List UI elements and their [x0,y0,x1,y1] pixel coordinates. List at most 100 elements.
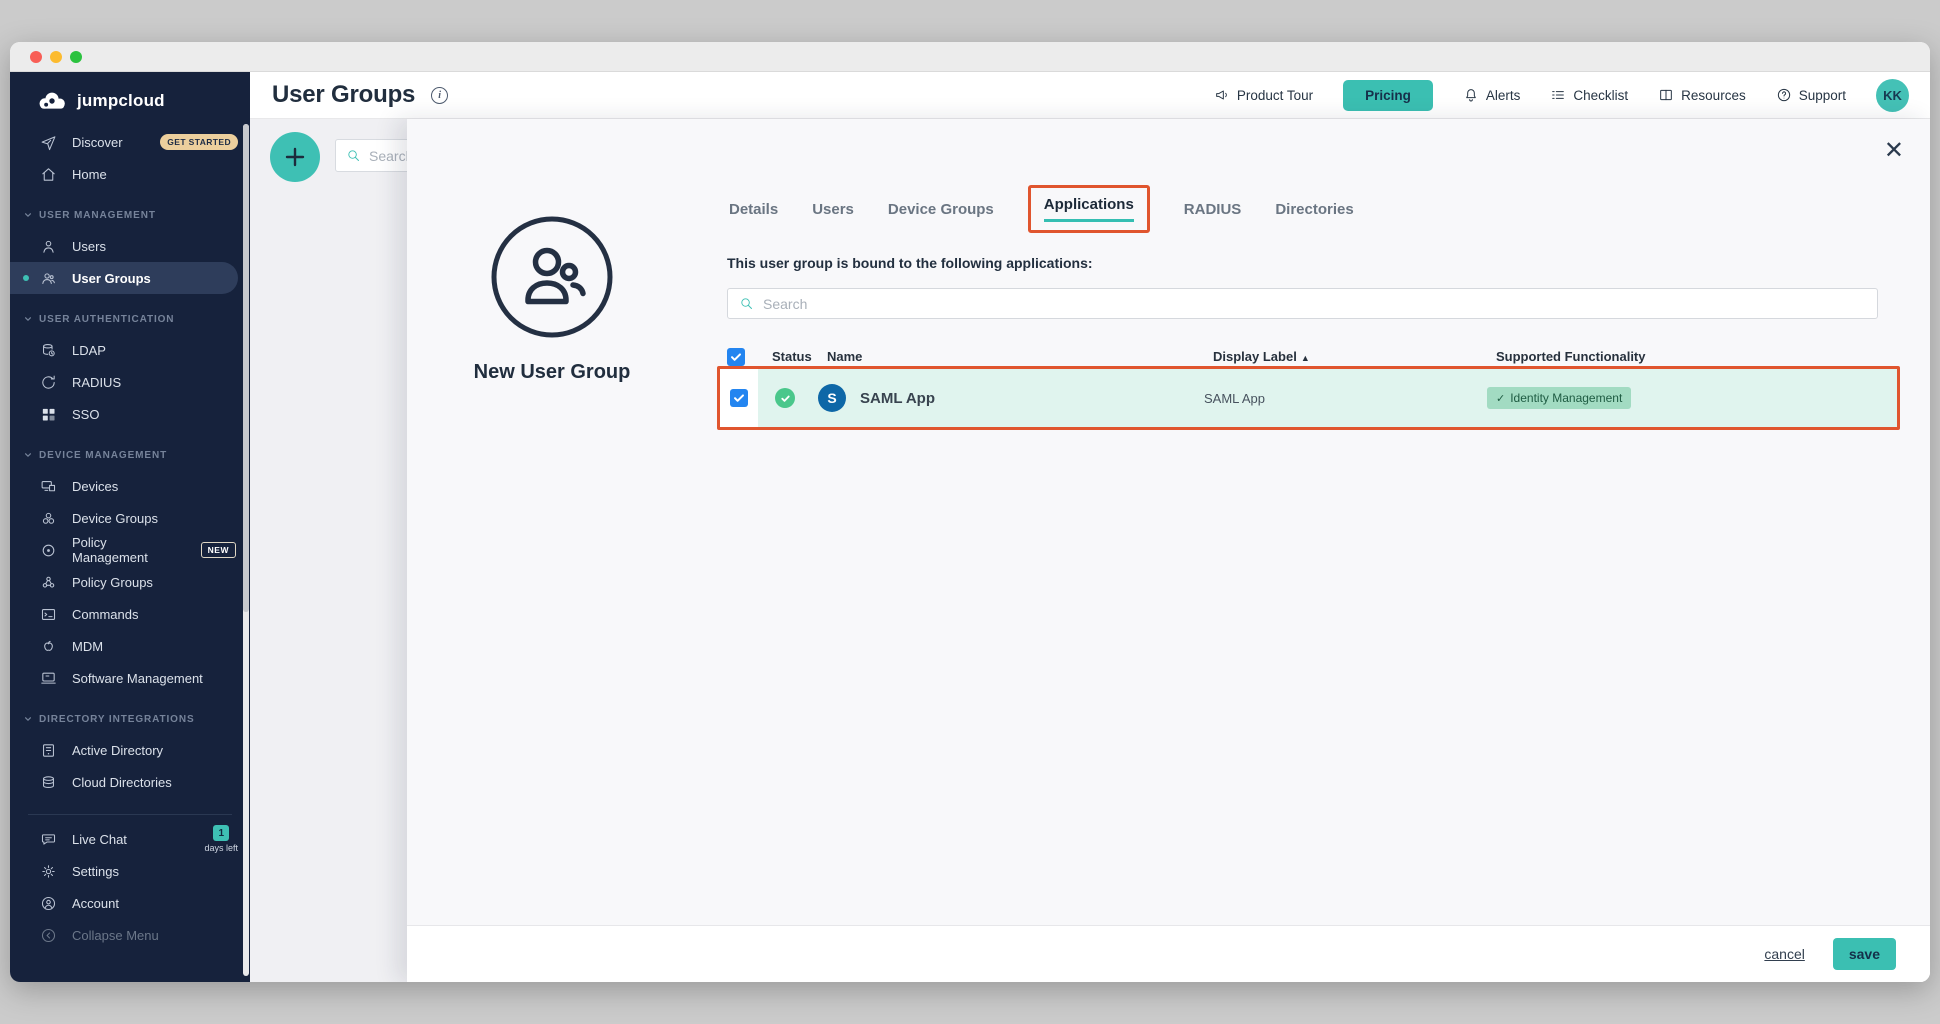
sidebar-item-cloud-directories[interactable]: Cloud Directories [10,766,250,798]
cloud-logo-icon [36,90,68,112]
saml-app-icon: S [818,384,846,412]
save-button[interactable]: save [1833,938,1896,970]
checklist-label: Checklist [1573,88,1628,103]
close-icon[interactable]: ✕ [1884,139,1904,163]
applications-search-input[interactable] [763,296,1877,312]
sidebar-item-discover[interactable]: Discover GET STARTED [10,126,250,158]
select-all-checkbox[interactable] [727,348,745,366]
trial-days-badge: 1 days left [204,825,238,853]
close-window-button[interactable] [30,51,42,63]
sidebar-item-live-chat[interactable]: Live Chat 1 days left [10,823,250,855]
add-user-group-button[interactable] [270,132,320,182]
device-groups-icon [40,510,57,527]
trial-days-label: days left [204,843,238,853]
status-active-icon [775,388,795,408]
sidebar-item-sso[interactable]: SSO [10,398,250,430]
alerts-button[interactable]: Alerts [1463,87,1521,103]
policy-target-icon [40,542,57,559]
sidebar-item-label: Commands [72,607,138,622]
sidebar-item-settings[interactable]: Settings [10,855,250,887]
section-user-authentication[interactable]: USER AUTHENTICATION [10,304,250,334]
account-circle-icon [40,895,57,912]
sidebar-item-software-management[interactable]: Software Management [10,662,250,694]
sidebar-item-label: Users [72,239,106,254]
sidebar-item-label: Discover [72,135,123,150]
column-display-label[interactable]: Display Label▲ [1213,349,1496,364]
section-user-management[interactable]: USER MANAGEMENT [10,200,250,230]
sidebar-item-label: Policy Groups [72,575,153,590]
support-button[interactable]: Support [1776,87,1846,103]
sidebar-item-devices[interactable]: Devices [10,470,250,502]
row-checkbox-cell [720,369,758,427]
zoom-window-button[interactable] [70,51,82,63]
sidebar-item-label: SSO [72,407,99,422]
tab-users[interactable]: Users [812,201,854,218]
panel-footer: cancel save [407,925,1930,982]
sidebar-item-home[interactable]: Home [10,158,250,190]
applications-search[interactable] [727,288,1878,319]
row-content: S SAML App SAML App ✓ Identity Managemen… [758,369,1897,427]
sidebar-item-policy-groups[interactable]: Policy Groups [10,566,250,598]
check-icon [733,392,745,404]
sidebar-item-label: Settings [72,864,119,879]
sidebar-item-commands[interactable]: Commands [10,598,250,630]
checklist-button[interactable]: Checklist [1550,87,1628,103]
sidebar-item-label: Cloud Directories [72,775,172,790]
minimize-window-button[interactable] [50,51,62,63]
column-status[interactable]: Status [772,349,827,364]
page-header: User Groups i Product Tour Pricing Alert… [250,72,1930,119]
tab-applications[interactable]: Applications [1044,196,1134,213]
section-directory-integrations[interactable]: DIRECTORY INTEGRATIONS [10,704,250,734]
sidebar-item-mdm[interactable]: MDM [10,630,250,662]
tab-radius[interactable]: RADIUS [1184,201,1242,218]
commands-terminal-icon [40,606,57,623]
search-icon [346,148,361,163]
section-device-management[interactable]: DEVICE MANAGEMENT [10,440,250,470]
tab-device-groups[interactable]: Device Groups [888,201,994,218]
table-row[interactable]: S SAML App SAML App ✓ Identity Managemen… [717,366,1900,430]
sidebar-item-label: Policy Management [72,535,186,565]
user-icon [40,238,57,255]
tab-directories[interactable]: Directories [1275,201,1353,218]
jumpcloud-logo[interactable]: jumpcloud [10,72,250,126]
mac-titlebar [10,42,1930,72]
sidebar-item-policy-management[interactable]: Policy Management NEW [10,534,250,566]
sidebar-item-users[interactable]: Users [10,230,250,262]
user-group-icon [40,270,57,287]
resources-button[interactable]: Resources [1658,87,1746,103]
sidebar-scrollbar-thumb[interactable] [243,124,249,612]
new-badge: NEW [201,542,236,558]
logo-text: jumpcloud [77,91,165,111]
sidebar-item-ldap[interactable]: LDAP [10,334,250,366]
devices-icon [40,478,57,495]
sidebar-item-user-groups[interactable]: User Groups [10,262,238,294]
sidebar-item-label: Active Directory [72,743,163,758]
chevron-down-icon [24,211,32,219]
product-tour-button[interactable]: Product Tour [1214,87,1313,103]
software-laptop-icon [40,670,57,687]
active-directory-server-icon [40,742,57,759]
sidebar-item-radius[interactable]: RADIUS [10,366,250,398]
megaphone-icon [1214,87,1230,103]
info-icon[interactable]: i [431,87,448,104]
sidebar-item-collapse-menu[interactable]: Collapse Menu [10,919,250,951]
pricing-button[interactable]: Pricing [1343,80,1433,111]
user-avatar[interactable]: KK [1876,79,1909,112]
content-area: ✕ New User Group Details Users Device Gr… [250,119,1930,982]
user-group-panel: ✕ New User Group Details Users Device Gr… [407,119,1930,982]
policy-groups-icon [40,574,57,591]
column-supported-functionality[interactable]: Supported Functionality [1496,349,1900,364]
question-circle-icon [1776,87,1792,103]
row-checkbox[interactable] [730,389,748,407]
tab-details[interactable]: Details [729,201,778,218]
app-display-label: SAML App [1204,391,1487,406]
chevron-down-icon [24,451,32,459]
sidebar-item-active-directory[interactable]: Active Directory [10,734,250,766]
column-name[interactable]: Name [827,349,1213,364]
sidebar-item-device-groups[interactable]: Device Groups [10,502,250,534]
sidebar-item-account[interactable]: Account [10,887,250,919]
functionality-label: Identity Management [1510,391,1622,405]
check-icon: ✓ [1496,392,1505,405]
section-label: USER AUTHENTICATION [39,314,174,325]
cancel-button[interactable]: cancel [1764,946,1804,962]
